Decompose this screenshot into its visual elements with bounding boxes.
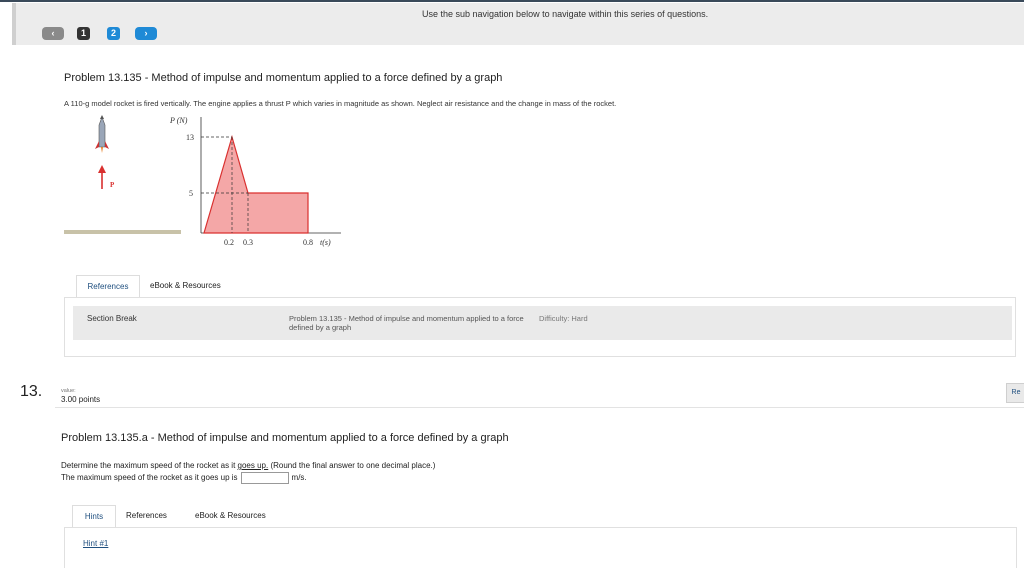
question-number: 13. <box>20 383 43 400</box>
value-label: value: <box>61 388 76 394</box>
question-title: Problem 13.135.a - Method of impulse and… <box>61 432 509 444</box>
tab-hints[interactable]: Hints <box>72 505 116 528</box>
thrust-graph: P P (N) 13 5 0.2 0.3 0.8 t(s) <box>64 115 341 247</box>
section-break-panel: Section Break Problem 13.135 - Method of… <box>64 297 1016 357</box>
instruction-end: (Round the final answer to one decimal p… <box>268 461 436 470</box>
force-label: P <box>110 181 115 189</box>
problem-figure: P P (N) 13 5 0.2 0.3 0.8 t(s) <box>64 113 360 253</box>
y-tick-13: 13 <box>186 133 194 142</box>
difficulty-label: Difficulty: Hard <box>539 314 588 323</box>
tab-references-2[interactable]: References <box>126 505 167 527</box>
answer-unit: m/s. <box>291 473 307 482</box>
tab-ebook-resources[interactable]: eBook & Resources <box>150 275 221 297</box>
section-break-label: Section Break <box>87 314 137 323</box>
y-tick-5: 5 <box>189 189 193 198</box>
x-tick-0.3: 0.3 <box>243 238 253 247</box>
question-instruction: Determine the maximum speed of the rocke… <box>61 461 435 470</box>
ground <box>64 230 181 234</box>
problem-title: Problem 13.135 - Method of impulse and m… <box>64 72 503 84</box>
thrust-arrow-icon <box>98 165 106 189</box>
thrust-area <box>203 134 309 234</box>
question-divider <box>55 407 1024 408</box>
question-1-button[interactable]: 1 <box>77 27 90 40</box>
subnav-message: Use the sub navigation below to navigate… <box>422 9 709 19</box>
rocket-icon <box>95 115 109 153</box>
hint-1-link[interactable]: Hint #1 <box>83 539 108 548</box>
instruction-start: Determine the maximum speed of the rocke… <box>61 461 238 470</box>
answer-row: The maximum speed of the rocket as it go… <box>61 471 307 485</box>
question-2-button[interactable]: 2 <box>107 27 120 40</box>
next-question-button[interactable]: › <box>135 27 157 40</box>
hints-panel <box>64 527 1017 568</box>
previous-question-button[interactable]: ‹ <box>42 27 64 40</box>
tab-ebook-resources-2[interactable]: eBook & Resources <box>195 505 266 527</box>
instruction-underlined: goes up. <box>237 461 269 470</box>
top-border <box>0 0 1024 2</box>
tab-references[interactable]: References <box>76 275 140 298</box>
y-axis-label: P (N) <box>169 116 188 125</box>
x-tick-0.2: 0.2 <box>224 238 234 247</box>
re-button[interactable]: Re <box>1006 383 1024 403</box>
chevron-left-icon: ‹ <box>51 28 55 38</box>
sub-navigation-bar: Use the sub navigation below to navigate… <box>12 3 1024 45</box>
problem-statement: A 110-g model rocket is fired vertically… <box>64 99 617 108</box>
section-break-row: Section Break Problem 13.135 - Method of… <box>73 306 1012 340</box>
max-speed-answer-input[interactable] <box>240 471 289 484</box>
x-tick-0.8: 0.8 <box>303 238 313 247</box>
chevron-right-icon: › <box>144 28 148 38</box>
question-points: 3.00 points <box>61 395 101 404</box>
x-axis-label: t(s) <box>320 238 331 247</box>
answer-prefix: The maximum speed of the rocket as it go… <box>61 473 238 482</box>
section-break-description: Problem 13.135 - Method of impulse and m… <box>289 314 524 332</box>
